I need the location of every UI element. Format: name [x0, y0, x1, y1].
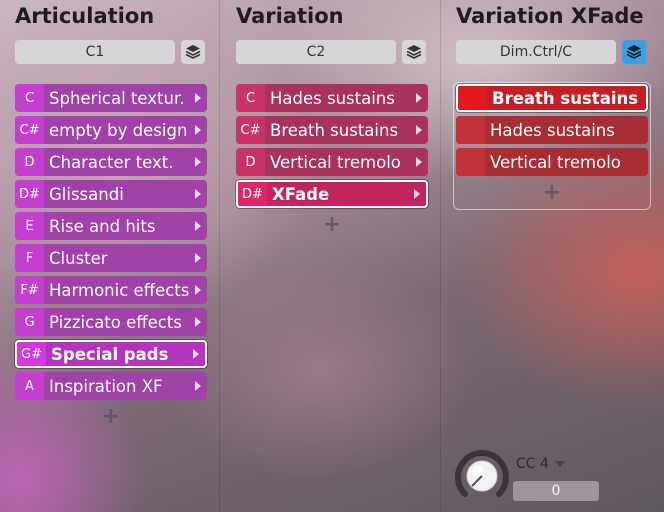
- chevron-right-icon[interactable]: [416, 157, 422, 167]
- variation-layers-button[interactable]: [402, 40, 426, 64]
- controller-value-field[interactable]: 0: [513, 481, 599, 501]
- item-label: Special pads: [51, 344, 169, 364]
- chevron-right-icon[interactable]: [416, 93, 422, 103]
- item-label: Character text.: [49, 152, 174, 172]
- key-label: [456, 116, 485, 144]
- item-label: Breath sustains: [270, 120, 399, 140]
- controller-select[interactable]: CC 4: [516, 456, 565, 472]
- item-label: Rise and hits: [49, 216, 156, 236]
- key-label: C#: [236, 116, 265, 144]
- articulation-column: Articulation C1 C Spherical textur. C# empt…: [15, 0, 207, 512]
- variation-title: Variation: [236, 4, 344, 28]
- item-label: Glissandi: [49, 184, 124, 204]
- key-label: G: [15, 308, 44, 336]
- xfade-column: Variation XFade Dim.Ctrl/C Breath sustai…: [456, 0, 648, 512]
- chevron-right-icon[interactable]: [193, 349, 199, 359]
- layers-icon: [406, 45, 422, 59]
- key-label: [458, 86, 487, 110]
- xfade-controller-knob[interactable]: [455, 449, 509, 503]
- key-label: E: [15, 212, 44, 240]
- articulation-list-item[interactable]: C Spherical textur.: [15, 84, 207, 112]
- chevron-right-icon[interactable]: [195, 125, 201, 135]
- item-label: empty by design: [49, 120, 188, 140]
- articulation-list-item[interactable]: C# empty by design: [15, 116, 207, 144]
- articulation-list-item[interactable]: E Rise and hits: [15, 212, 207, 240]
- articulation-list-item[interactable]: D Character text.: [15, 148, 207, 176]
- chevron-right-icon[interactable]: [195, 253, 201, 263]
- layers-icon: [185, 45, 201, 59]
- key-label: D#: [15, 180, 44, 208]
- knob-icon: [455, 450, 509, 497]
- item-label: Hades sustains: [270, 88, 395, 108]
- key-label: C: [15, 84, 44, 112]
- item-label: XFade: [272, 184, 330, 204]
- articulation-list-item[interactable]: G# Special pads: [15, 340, 207, 368]
- xfade-list-item[interactable]: Hades sustains: [456, 116, 648, 144]
- chevron-right-icon[interactable]: [195, 93, 201, 103]
- layers-icon: [626, 45, 642, 59]
- variation-list-item[interactable]: D Vertical tremolo: [236, 148, 428, 176]
- articulation-list-item[interactable]: F Cluster: [15, 244, 207, 272]
- chevron-right-icon[interactable]: [416, 125, 422, 135]
- key-label: G#: [17, 342, 46, 366]
- xfade-list-item[interactable]: Breath sustains: [456, 84, 648, 112]
- key-label: C: [236, 84, 265, 112]
- chevron-right-icon[interactable]: [195, 189, 201, 199]
- item-label: Hades sustains: [490, 120, 615, 140]
- variation-add-button[interactable]: +: [322, 212, 342, 237]
- chevron-right-icon[interactable]: [195, 317, 201, 327]
- xfade-list-item[interactable]: Vertical tremolo: [456, 148, 648, 176]
- variation-slot-field[interactable]: C2: [236, 40, 396, 64]
- articulation-list-item[interactable]: A Inspiration XF: [15, 372, 207, 400]
- column-divider: [219, 0, 220, 512]
- item-label: Harmonic effects: [49, 280, 190, 300]
- item-label: Breath sustains: [492, 88, 639, 108]
- xfade-title: Variation XFade: [456, 4, 644, 28]
- key-label: C#: [15, 116, 44, 144]
- item-label: Inspiration XF: [49, 376, 163, 396]
- chevron-right-icon[interactable]: [195, 221, 201, 231]
- articulation-title: Articulation: [15, 4, 155, 28]
- variation-list-item[interactable]: C# Breath sustains: [236, 116, 428, 144]
- key-label: [456, 148, 485, 176]
- item-label: Vertical tremolo: [490, 152, 621, 172]
- key-label: D#: [238, 182, 267, 206]
- key-label: F#: [15, 276, 44, 304]
- xfade-slot-field[interactable]: Dim.Ctrl/C: [456, 40, 616, 64]
- articulation-layers-button[interactable]: [181, 40, 205, 64]
- chevron-right-icon[interactable]: [195, 157, 201, 167]
- xfade-add-button[interactable]: +: [542, 180, 562, 205]
- item-label: Pizzicato effects: [49, 312, 182, 332]
- controller-label: CC 4: [516, 456, 549, 472]
- variation-list-item[interactable]: D# XFade: [236, 180, 428, 208]
- xfade-layers-button[interactable]: [622, 40, 646, 64]
- key-label: D: [236, 148, 265, 176]
- variation-column: Variation C2 C Hades sustains C# Breath sus…: [236, 0, 428, 512]
- item-label: Spherical textur.: [49, 88, 185, 108]
- variation-list-item[interactable]: C Hades sustains: [236, 84, 428, 112]
- chevron-right-icon[interactable]: [414, 189, 420, 199]
- item-label: Vertical tremolo: [270, 152, 401, 172]
- chevron-right-icon[interactable]: [195, 285, 201, 295]
- articulation-list-item[interactable]: F# Harmonic effects: [15, 276, 207, 304]
- key-label: A: [15, 372, 44, 400]
- chevron-down-icon: [554, 461, 565, 467]
- articulation-list-item[interactable]: G Pizzicato effects: [15, 308, 207, 336]
- articulation-add-button[interactable]: +: [101, 404, 121, 429]
- articulation-list-item[interactable]: D# Glissandi: [15, 180, 207, 208]
- key-label: F: [15, 244, 44, 272]
- item-label: Cluster: [49, 248, 108, 268]
- column-divider: [440, 0, 441, 512]
- articulation-slot-field[interactable]: C1: [15, 40, 175, 64]
- key-label: D: [15, 148, 44, 176]
- chevron-right-icon[interactable]: [195, 381, 201, 391]
